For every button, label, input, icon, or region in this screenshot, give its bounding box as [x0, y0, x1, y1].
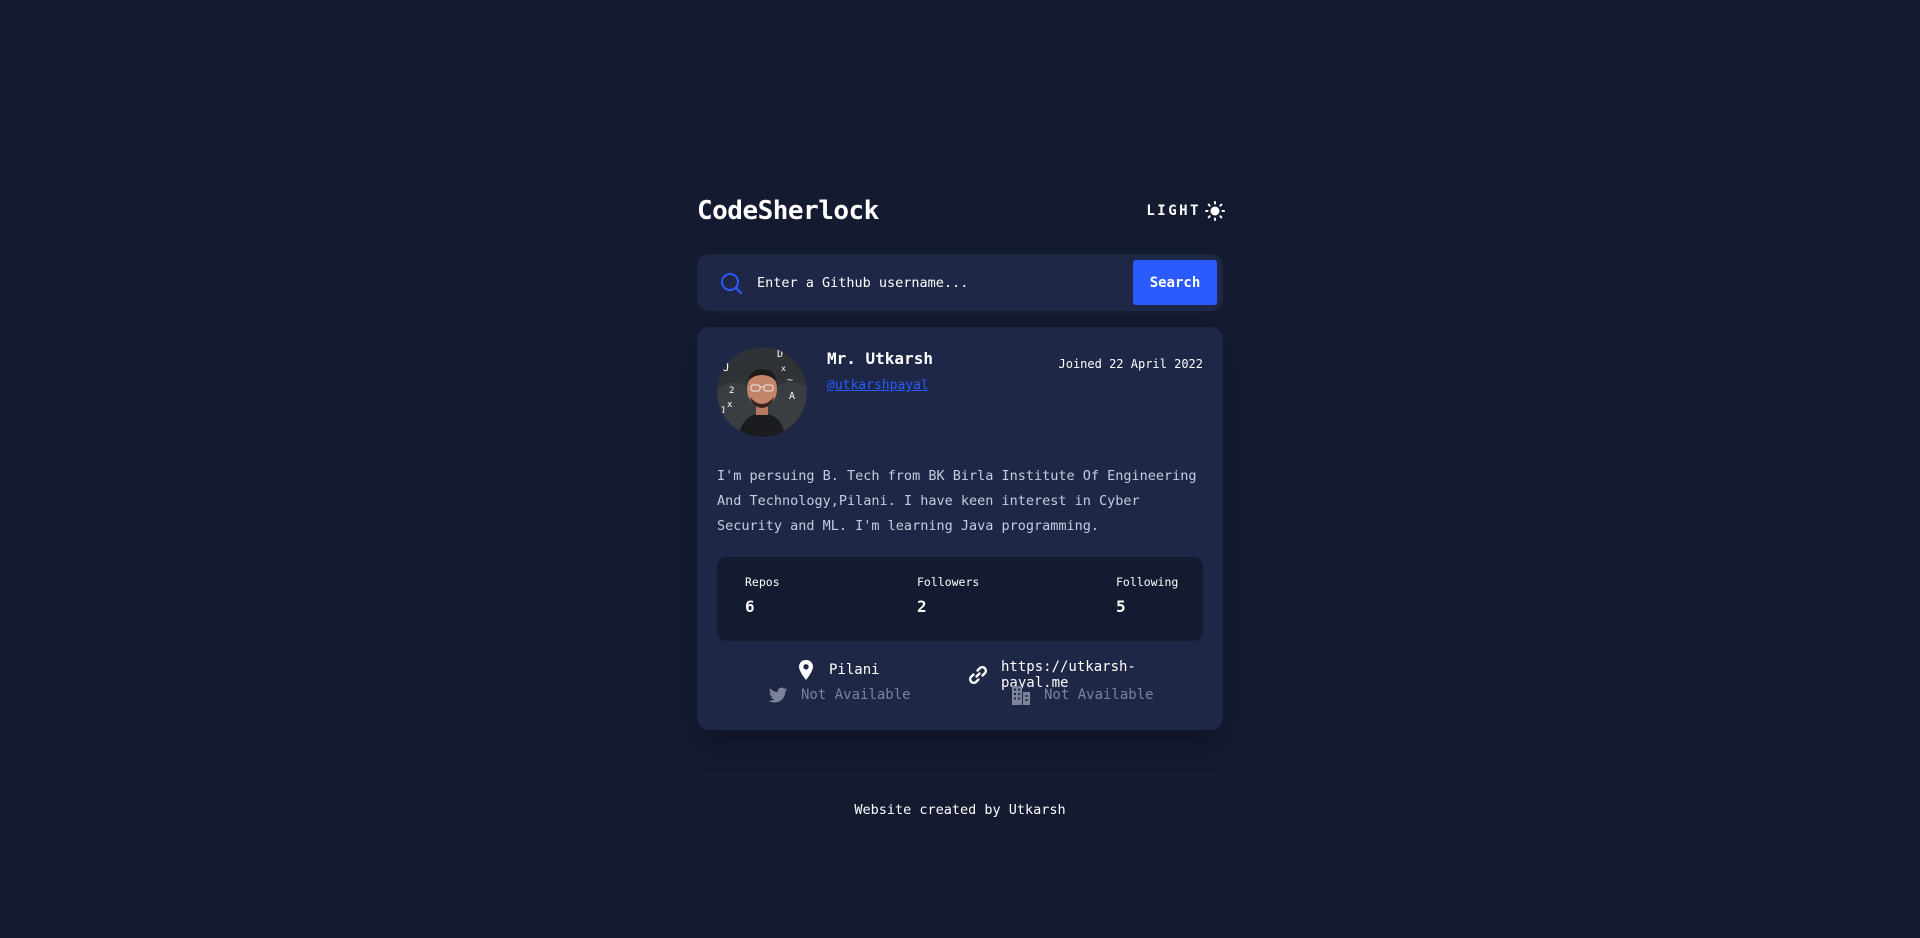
building-icon	[1012, 686, 1030, 705]
joined-date: Joined 22 April 2022	[1058, 357, 1204, 371]
svg-text:2: 2	[729, 386, 734, 396]
twitter-icon	[768, 687, 788, 703]
profile-header: J D ~ A 2 x x J Mr. Utkarsh @utkarshpaya…	[717, 347, 1203, 437]
avatar: J D ~ A 2 x x J	[717, 347, 807, 437]
profile-card: J D ~ A 2 x x J Mr. Utkarsh @utkarshpaya…	[697, 327, 1223, 730]
location-item: Pilani	[795, 659, 880, 681]
svg-text:J: J	[723, 361, 730, 374]
svg-text:x: x	[727, 400, 733, 410]
profile-identity: Mr. Utkarsh @utkarshpayal	[827, 347, 933, 437]
profile-name: Mr. Utkarsh	[827, 349, 933, 368]
footer-credit: Website created by Utkarsh	[854, 802, 1066, 818]
header: CodeSherlock LIGHT	[697, 196, 1225, 226]
twitter-item: Not Available	[767, 684, 911, 706]
search-bar: Search	[697, 254, 1223, 311]
company-text: Not Available	[1044, 687, 1154, 703]
stat-followers-value: 2	[917, 597, 927, 616]
stat-following-label: Following	[1116, 575, 1179, 589]
stat-following-value: 5	[1116, 597, 1126, 616]
search-button[interactable]: Search	[1133, 260, 1217, 305]
theme-toggle-button[interactable]: LIGHT	[1146, 201, 1225, 221]
stats-panel: Repos 6 Followers 2 Following 5	[717, 557, 1203, 641]
profile-username-link[interactable]: @utkarshpayal	[827, 378, 929, 393]
stat-followers-label: Followers	[917, 575, 980, 589]
svg-text:J: J	[720, 406, 725, 416]
svg-text:A: A	[789, 391, 795, 402]
twitter-text: Not Available	[801, 687, 911, 703]
stat-repos-label: Repos	[745, 575, 780, 589]
stat-repos-value: 6	[745, 597, 755, 616]
search-input[interactable]	[755, 261, 1133, 304]
profile-bio: I'm persuing B. Tech from BK Birla Insti…	[717, 468, 1197, 534]
stat-followers: Followers 2	[917, 575, 979, 616]
location-pin-icon	[799, 660, 813, 680]
profile-links: Pilani https://utkarsh-payal.me Not Avai…	[717, 659, 1203, 709]
sun-icon	[1205, 201, 1225, 221]
stat-following: Following 5	[1116, 575, 1178, 616]
stat-repos: Repos 6	[745, 575, 780, 616]
svg-text:~: ~	[787, 375, 793, 386]
search-icon	[721, 272, 742, 294]
company-item: Not Available	[1010, 684, 1154, 706]
location-text: Pilani	[829, 662, 880, 678]
svg-text:D: D	[777, 349, 783, 360]
app-container: CodeSherlock LIGHT Enter a Github userna…	[697, 196, 1225, 730]
theme-toggle-label: LIGHT	[1146, 203, 1201, 219]
app-title: CodeSherlock	[697, 196, 879, 226]
svg-text:x: x	[781, 364, 786, 373]
link-icon	[969, 666, 987, 684]
